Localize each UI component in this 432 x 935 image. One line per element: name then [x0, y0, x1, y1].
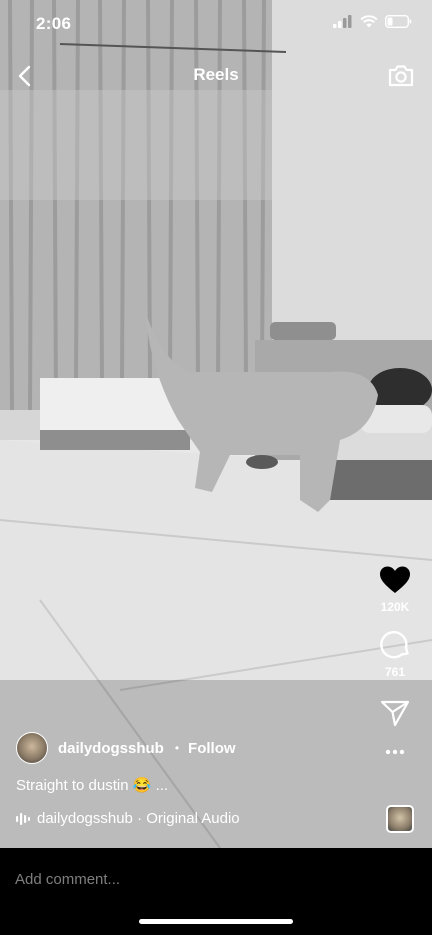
comment-bar: [0, 848, 432, 935]
camera-icon: [388, 65, 414, 87]
more-dots-icon: [385, 749, 405, 755]
author-row: dailydogsshub • Follow: [16, 732, 236, 764]
action-rail: 120K 761: [372, 565, 418, 755]
like-count: 120K: [380, 600, 410, 614]
separator-dot: •: [174, 741, 180, 755]
cellular-signal-icon: [333, 15, 352, 28]
audio-info[interactable]: dailydogsshub · Original Audio: [16, 810, 240, 827]
username[interactable]: dailydogsshub: [58, 740, 164, 757]
avatar[interactable]: [16, 732, 48, 764]
status-time: 2:06: [36, 14, 72, 33]
reels-screen: 2:06 Reels 120K 761 dailydogsshub • Foll…: [0, 0, 432, 935]
page-title: Reels: [193, 65, 239, 84]
battery-icon: [385, 15, 412, 28]
share-button[interactable]: [380, 699, 410, 727]
status-icons: [333, 15, 412, 28]
audio-bars-icon: [16, 812, 30, 825]
reels-header: Reels: [0, 56, 432, 96]
comment-button[interactable]: 761: [379, 628, 411, 679]
follow-button[interactable]: Follow: [188, 740, 236, 757]
audio-thumbnail[interactable]: [386, 805, 414, 833]
paper-plane-icon: [380, 700, 410, 727]
more-options-button[interactable]: [385, 749, 405, 755]
reel-video[interactable]: [0, 0, 432, 848]
comment-count: 761: [384, 665, 406, 679]
comment-input[interactable]: [15, 868, 395, 890]
status-bar: 2:06: [0, 0, 432, 50]
wifi-icon: [360, 15, 378, 28]
video-frame-illustration: [0, 0, 432, 848]
like-button[interactable]: 120K: [379, 565, 411, 614]
post-caption[interactable]: Straight to dustin 😂 ...: [16, 776, 168, 794]
audio-label: dailydogsshub · Original Audio: [37, 810, 240, 827]
comment-bubble-icon: [380, 631, 409, 659]
camera-button[interactable]: [386, 61, 416, 91]
heart-icon: [380, 566, 410, 593]
home-indicator: [139, 919, 293, 924]
